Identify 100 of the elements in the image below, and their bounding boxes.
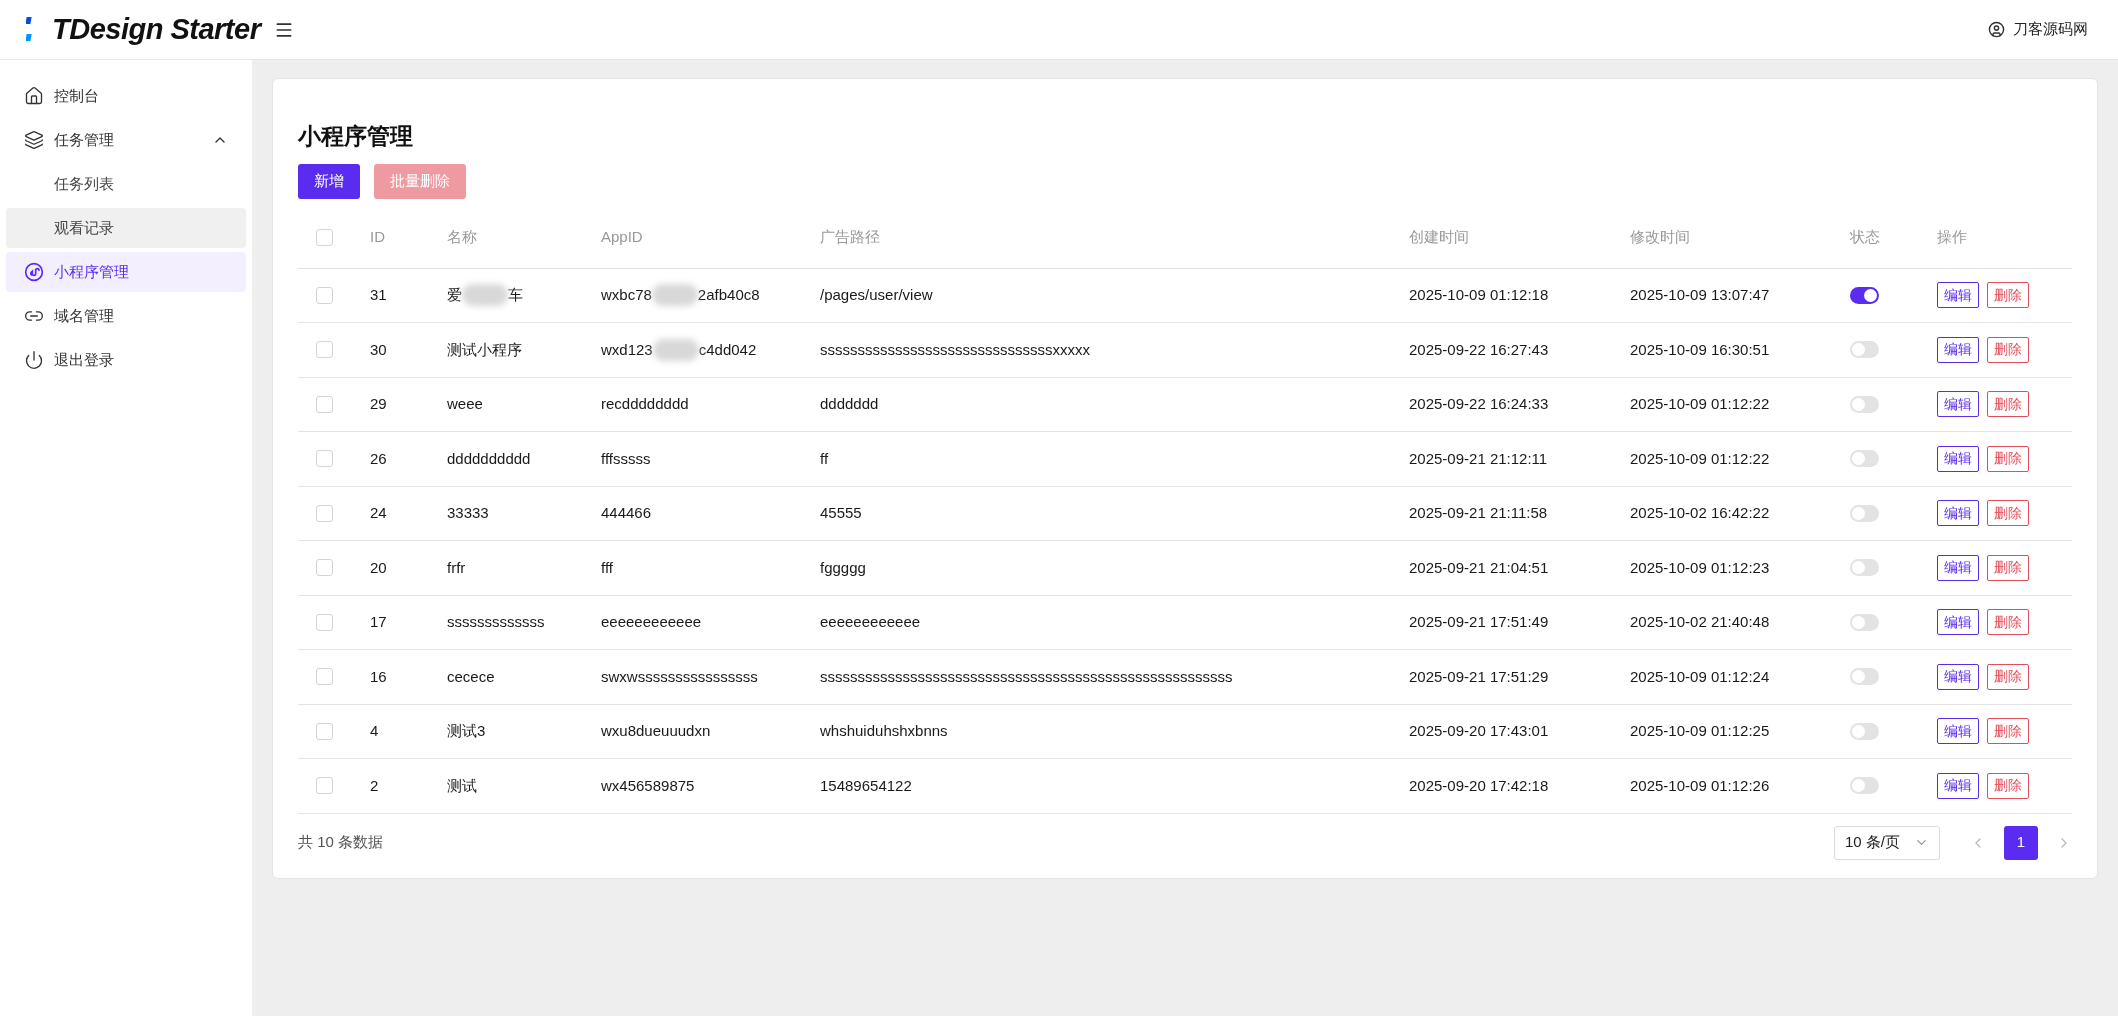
row-checkbox[interactable] (316, 286, 333, 304)
delete-button[interactable]: 删除 (1987, 554, 2029, 581)
table-cell-text: 2afb40c8 (697, 285, 760, 305)
table-cell: fffsssss (601, 449, 651, 467)
table-cell: 16 (370, 667, 387, 685)
delete-button[interactable]: 删除 (1987, 609, 2029, 636)
table-cell-text: wxd123 (601, 339, 653, 360)
table-cell: 测试小程序 (447, 340, 522, 358)
table-cell: ddddddd (820, 395, 879, 412)
sidebar-subitem[interactable]: 观看记录 (6, 208, 246, 248)
status-switch[interactable] (1850, 722, 1879, 740)
table-cell: cecece (447, 667, 495, 685)
sidebar-item[interactable]: 退出登录 (6, 340, 246, 380)
table-cell: 2025-09-22 16:24:33 (1409, 395, 1549, 412)
edit-button[interactable]: 编辑 (1937, 609, 1979, 636)
table-cell: sssssssssssss (447, 613, 545, 630)
status-switch[interactable] (1850, 286, 1879, 304)
row-checkbox[interactable] (316, 613, 333, 631)
table-cell: wx456589875 (601, 776, 695, 794)
table-cell: 2025-10-09 01:12:25 (1630, 722, 1770, 739)
delete-button[interactable]: 删除 (1987, 500, 2029, 527)
column-header: 操作 (1937, 227, 1967, 245)
total-count: 共 10 条数据 (298, 832, 384, 853)
sidebar-item[interactable]: 控制台 (6, 76, 246, 116)
page-button[interactable]: 1 (2004, 825, 2038, 860)
column-header: ID (370, 227, 385, 245)
table-cell: 2025-10-09 01:12:24 (1630, 667, 1770, 685)
table-cell: 2025-10-09 01:12:22 (1630, 395, 1770, 412)
status-switch[interactable] (1850, 613, 1879, 631)
edit-button[interactable]: 编辑 (1937, 772, 1979, 799)
status-switch[interactable] (1850, 559, 1879, 577)
table-cell: ff (820, 449, 829, 467)
table-cell: 2025-10-09 16:30:51 (1630, 340, 1770, 358)
sidebar-item[interactable]: 任务管理 (6, 120, 246, 160)
table-cell: 20 (370, 558, 387, 576)
table-cell: 2025-09-20 17:42:18 (1409, 776, 1549, 794)
delete-button[interactable]: 删除 (1987, 336, 2029, 363)
layers-icon (24, 130, 44, 150)
sidebar-item[interactable]: 小程序管理 (6, 252, 246, 292)
user-name[interactable]: 刀客源码网 (2013, 18, 2088, 41)
edit-button[interactable]: 编辑 (1937, 391, 1979, 418)
table-cell: 33333 (447, 504, 489, 521)
sidebar-item[interactable]: 域名管理 (6, 296, 246, 336)
row-checkbox[interactable] (316, 668, 333, 686)
row-checkbox[interactable] (316, 395, 333, 413)
table-cell: 2025-09-21 17:51:49 (1409, 613, 1549, 630)
edit-button[interactable]: 编辑 (1937, 554, 1979, 581)
sidebar-subitem[interactable]: 任务列表 (6, 164, 246, 204)
row-checkbox[interactable] (316, 450, 333, 468)
row-checkbox[interactable] (316, 559, 333, 577)
delete-button[interactable]: 删除 (1987, 391, 2029, 418)
column-header: 创建时间 (1409, 227, 1469, 245)
status-switch[interactable] (1850, 668, 1879, 686)
table-cell: sssssssssssssssssssssssssssssssxxxxx (820, 340, 1090, 358)
table-cell: fff (601, 558, 613, 576)
table-cell: 30 (370, 340, 387, 358)
status-switch[interactable] (1850, 504, 1879, 522)
user-icon[interactable] (1988, 21, 2005, 38)
status-switch[interactable] (1850, 450, 1879, 468)
edit-button[interactable]: 编辑 (1937, 282, 1979, 309)
table-cell: weee (447, 395, 483, 412)
edit-button[interactable]: 编辑 (1937, 663, 1979, 690)
edit-button[interactable]: 编辑 (1937, 500, 1979, 527)
table-cell: 2025-10-09 01:12:26 (1630, 776, 1770, 794)
table-cell: 24 (370, 504, 387, 521)
page-size-select[interactable]: 10 条/页 (1834, 825, 1940, 860)
table-cell: 2025-09-20 17:43:01 (1409, 722, 1549, 739)
column-header: 状态 (1850, 227, 1880, 245)
table-cell: 2025-09-21 21:04:51 (1409, 558, 1549, 576)
edit-button[interactable]: 编辑 (1937, 336, 1979, 363)
logo-text: TDesign Starter (52, 11, 261, 47)
blurred-area (462, 284, 508, 307)
table-cell: 测试3 (447, 722, 486, 739)
table-cell: 15489654122 (820, 776, 912, 794)
table-cell: 29 (370, 395, 387, 412)
row-checkbox[interactable] (316, 722, 333, 740)
table-cell: sssssssssssssssssssssssssssssssssssssssssssssssssssssss (820, 667, 1233, 685)
power-icon (24, 350, 44, 370)
table-cell: 2025-10-02 16:42:22 (1630, 504, 1770, 521)
status-switch[interactable] (1850, 777, 1879, 795)
table-cell: 31 (370, 286, 387, 303)
row-checkbox[interactable] (316, 341, 333, 359)
row-checkbox[interactable] (316, 504, 333, 522)
column-header: AppID (601, 227, 643, 245)
status-switch[interactable] (1850, 395, 1879, 413)
delete-button[interactable]: 删除 (1987, 282, 2029, 309)
select-all-checkbox[interactable] (316, 228, 333, 246)
blurred-area (651, 284, 698, 307)
status-switch[interactable] (1850, 341, 1879, 359)
table-cell: 2025-09-21 17:51:29 (1409, 667, 1549, 685)
table-cell: 2025-09-21 21:12:11 (1409, 449, 1548, 467)
delete-button[interactable]: 删除 (1987, 663, 2029, 690)
edit-button[interactable]: 编辑 (1937, 445, 1979, 472)
row-checkbox[interactable] (316, 777, 333, 795)
delete-button[interactable]: 删除 (1987, 772, 2029, 799)
add-button[interactable]: 新增 (298, 163, 360, 199)
delete-button[interactable]: 删除 (1987, 718, 2029, 745)
table-cell: eeeeeeeeeeee (601, 613, 702, 630)
edit-button[interactable]: 编辑 (1937, 718, 1979, 745)
delete-button[interactable]: 删除 (1987, 445, 2029, 472)
